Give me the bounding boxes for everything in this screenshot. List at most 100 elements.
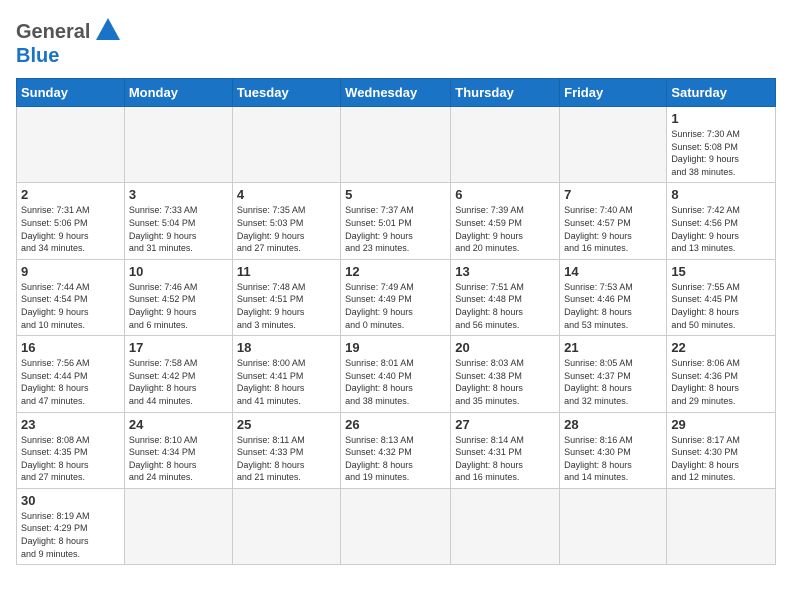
weekday-header-wednesday: Wednesday <box>341 79 451 107</box>
day-info: Sunrise: 7:30 AM Sunset: 5:08 PM Dayligh… <box>671 128 771 178</box>
day-info: Sunrise: 8:14 AM Sunset: 4:31 PM Dayligh… <box>455 434 555 484</box>
calendar-cell: 11Sunrise: 7:48 AM Sunset: 4:51 PM Dayli… <box>232 259 340 335</box>
day-info: Sunrise: 7:37 AM Sunset: 5:01 PM Dayligh… <box>345 204 446 254</box>
calendar-cell: 16 Sunrise: 7:56 AM Sunset: 4:44 PM Dayli… <box>17 336 125 412</box>
calendar-cell: 13Sunrise: 7:51 AM Sunset: 4:48 PM Dayli… <box>451 259 560 335</box>
calendar-cell <box>560 107 667 183</box>
day-number: 10 <box>129 264 228 279</box>
day-info: Sunrise: 7:58 AM Sunset: 4:42 PM Dayligh… <box>129 357 228 407</box>
calendar-cell <box>232 107 340 183</box>
day-number: 4 <box>237 187 336 202</box>
calendar-cell: 25Sunrise: 8:11 AM Sunset: 4:33 PM Dayli… <box>232 412 340 488</box>
calendar-cell: 6 Sunrise: 7:39 AM Sunset: 4:59 PM Daylig… <box>451 183 560 259</box>
weekday-header-tuesday: Tuesday <box>232 79 340 107</box>
day-info: Sunrise: 8:08 AM Sunset: 4:35 PM Dayligh… <box>21 434 120 484</box>
calendar-cell: 26 Sunrise: 8:13 AM Sunset: 4:32 PM Dayli… <box>341 412 451 488</box>
day-info: Sunrise: 7:55 AM Sunset: 4:45 PM Dayligh… <box>671 281 771 331</box>
day-number: 5 <box>345 187 446 202</box>
calendar-cell: 4 Sunrise: 7:35 AM Sunset: 5:03 PM Daylig… <box>232 183 340 259</box>
day-number: 7 <box>564 187 662 202</box>
calendar-cell <box>341 107 451 183</box>
day-info: Sunrise: 8:10 AM Sunset: 4:34 PM Dayligh… <box>129 434 228 484</box>
calendar: SundayMondayTuesdayWednesdayThursdayFrid… <box>16 78 776 565</box>
day-info: Sunrise: 8:01 AM Sunset: 4:40 PM Dayligh… <box>345 357 446 407</box>
day-info: Sunrise: 7:33 AM Sunset: 5:04 PM Dayligh… <box>129 204 228 254</box>
day-number: 8 <box>671 187 771 202</box>
calendar-cell: 27 Sunrise: 8:14 AM Sunset: 4:31 PM Dayli… <box>451 412 560 488</box>
day-number: 1 <box>671 111 771 126</box>
calendar-cell <box>451 107 560 183</box>
calendar-cell: 9 Sunrise: 7:44 AM Sunset: 4:54 PM Daylig… <box>17 259 125 335</box>
calendar-cell: 29Sunrise: 8:17 AM Sunset: 4:30 PM Dayli… <box>667 412 776 488</box>
calendar-cell: 22Sunrise: 8:06 AM Sunset: 4:36 PM Dayli… <box>667 336 776 412</box>
weekday-header-thursday: Thursday <box>451 79 560 107</box>
calendar-cell: 10 Sunrise: 7:46 AM Sunset: 4:52 PM Dayli… <box>124 259 232 335</box>
day-info: Sunrise: 7:48 AM Sunset: 4:51 PM Dayligh… <box>237 281 336 331</box>
calendar-cell <box>341 488 451 564</box>
calendar-cell: 7Sunrise: 7:40 AM Sunset: 4:57 PM Daylig… <box>560 183 667 259</box>
calendar-cell: 24 Sunrise: 8:10 AM Sunset: 4:34 PM Dayli… <box>124 412 232 488</box>
calendar-cell <box>124 107 232 183</box>
calendar-cell: 8 Sunrise: 7:42 AM Sunset: 4:56 PM Daylig… <box>667 183 776 259</box>
day-number: 14 <box>564 264 662 279</box>
day-number: 17 <box>129 340 228 355</box>
calendar-cell: 19 Sunrise: 8:01 AM Sunset: 4:40 PM Dayli… <box>341 336 451 412</box>
weekday-header-saturday: Saturday <box>667 79 776 107</box>
calendar-cell: 17 Sunrise: 7:58 AM Sunset: 4:42 PM Dayli… <box>124 336 232 412</box>
calendar-cell: 2Sunrise: 7:31 AM Sunset: 5:06 PM Daylig… <box>17 183 125 259</box>
day-number: 3 <box>129 187 228 202</box>
day-info: Sunrise: 7:31 AM Sunset: 5:06 PM Dayligh… <box>21 204 120 254</box>
day-info: Sunrise: 8:03 AM Sunset: 4:38 PM Dayligh… <box>455 357 555 407</box>
calendar-cell: 30 Sunrise: 8:19 AM Sunset: 4:29 PM Dayli… <box>17 488 125 564</box>
day-number: 22 <box>671 340 771 355</box>
calendar-cell: 21 Sunrise: 8:05 AM Sunset: 4:37 PM Dayli… <box>560 336 667 412</box>
logo: General Blue <box>16 16 122 68</box>
day-info: Sunrise: 8:05 AM Sunset: 4:37 PM Dayligh… <box>564 357 662 407</box>
logo-general: General <box>16 21 90 44</box>
calendar-cell: 1 Sunrise: 7:30 AM Sunset: 5:08 PM Daylig… <box>667 107 776 183</box>
weekday-header-sunday: Sunday <box>17 79 125 107</box>
day-info: Sunrise: 7:42 AM Sunset: 4:56 PM Dayligh… <box>671 204 771 254</box>
day-info: Sunrise: 8:19 AM Sunset: 4:29 PM Dayligh… <box>21 510 120 560</box>
day-number: 23 <box>21 417 120 432</box>
day-number: 13 <box>455 264 555 279</box>
calendar-cell <box>560 488 667 564</box>
day-info: Sunrise: 7:46 AM Sunset: 4:52 PM Dayligh… <box>129 281 228 331</box>
calendar-cell <box>451 488 560 564</box>
calendar-cell <box>17 107 125 183</box>
day-number: 16 <box>21 340 120 355</box>
day-info: Sunrise: 8:13 AM Sunset: 4:32 PM Dayligh… <box>345 434 446 484</box>
day-number: 12 <box>345 264 446 279</box>
day-info: Sunrise: 8:17 AM Sunset: 4:30 PM Dayligh… <box>671 434 771 484</box>
weekday-header-monday: Monday <box>124 79 232 107</box>
day-number: 20 <box>455 340 555 355</box>
day-number: 27 <box>455 417 555 432</box>
day-info: Sunrise: 8:16 AM Sunset: 4:30 PM Dayligh… <box>564 434 662 484</box>
day-number: 24 <box>129 417 228 432</box>
logo-blue: Blue <box>16 45 59 67</box>
logo-icon <box>94 16 122 44</box>
day-info: Sunrise: 8:00 AM Sunset: 4:41 PM Dayligh… <box>237 357 336 407</box>
calendar-cell <box>667 488 776 564</box>
calendar-cell: 28Sunrise: 8:16 AM Sunset: 4:30 PM Dayli… <box>560 412 667 488</box>
calendar-cell: 5 Sunrise: 7:37 AM Sunset: 5:01 PM Daylig… <box>341 183 451 259</box>
day-number: 26 <box>345 417 446 432</box>
calendar-cell: 23 Sunrise: 8:08 AM Sunset: 4:35 PM Dayli… <box>17 412 125 488</box>
header: General Blue <box>16 16 776 68</box>
day-info: Sunrise: 7:39 AM Sunset: 4:59 PM Dayligh… <box>455 204 555 254</box>
day-info: Sunrise: 7:35 AM Sunset: 5:03 PM Dayligh… <box>237 204 336 254</box>
day-number: 9 <box>21 264 120 279</box>
day-number: 6 <box>455 187 555 202</box>
calendar-cell <box>232 488 340 564</box>
calendar-cell: 14Sunrise: 7:53 AM Sunset: 4:46 PM Dayli… <box>560 259 667 335</box>
day-number: 19 <box>345 340 446 355</box>
day-number: 30 <box>21 493 120 508</box>
weekday-header-friday: Friday <box>560 79 667 107</box>
day-info: Sunrise: 7:44 AM Sunset: 4:54 PM Dayligh… <box>21 281 120 331</box>
calendar-cell: 18Sunrise: 8:00 AM Sunset: 4:41 PM Dayli… <box>232 336 340 412</box>
calendar-cell: 15Sunrise: 7:55 AM Sunset: 4:45 PM Dayli… <box>667 259 776 335</box>
calendar-cell: 12Sunrise: 7:49 AM Sunset: 4:49 PM Dayli… <box>341 259 451 335</box>
day-info: Sunrise: 8:11 AM Sunset: 4:33 PM Dayligh… <box>237 434 336 484</box>
day-info: Sunrise: 7:56 AM Sunset: 4:44 PM Dayligh… <box>21 357 120 407</box>
day-number: 21 <box>564 340 662 355</box>
